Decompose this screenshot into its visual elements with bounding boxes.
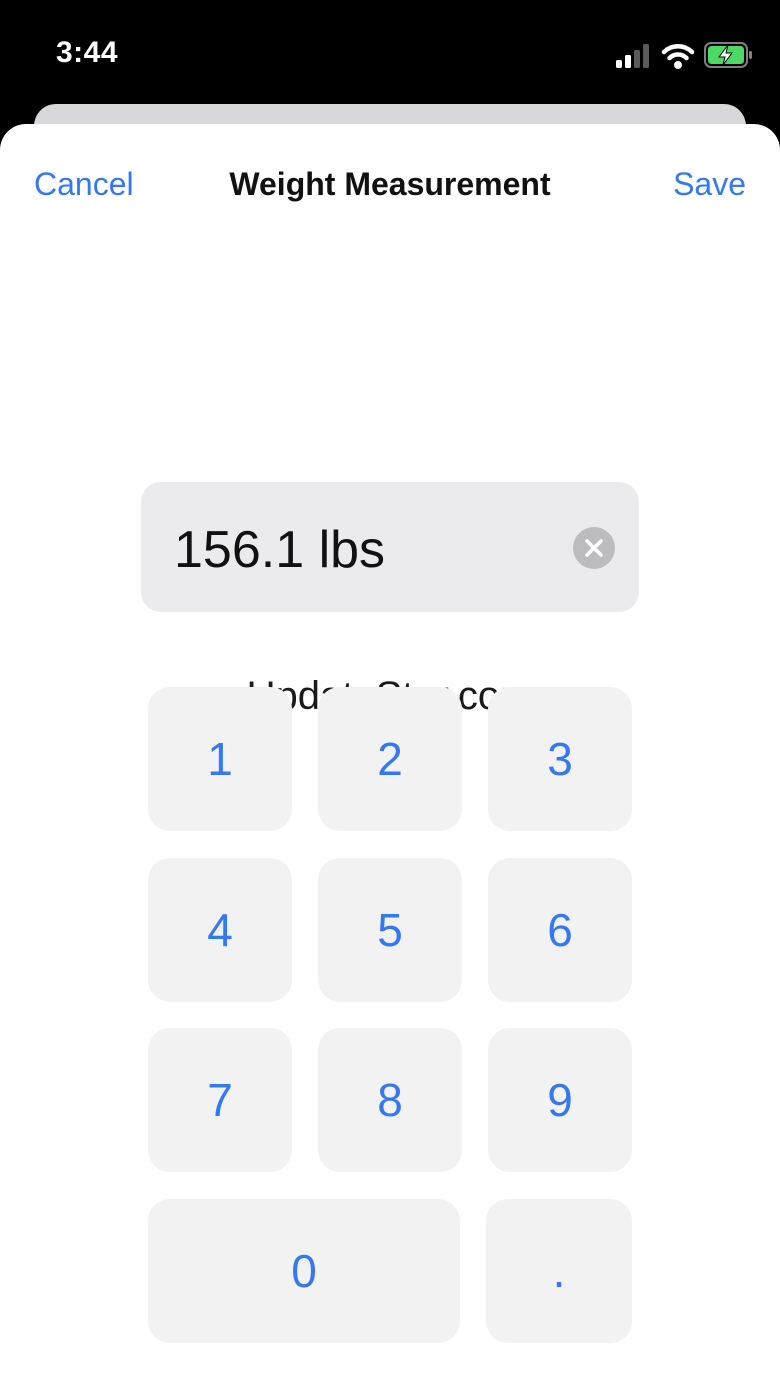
clear-icon[interactable]: [573, 527, 615, 569]
wifi-icon: [661, 44, 695, 69]
modal-sheet: Cancel Weight Measurement Save 156.1 lbs…: [0, 124, 780, 1387]
weight-value-field[interactable]: 156.1 lbs: [141, 482, 639, 612]
status-bar: 3:44: [0, 0, 780, 110]
key-7[interactable]: 7: [148, 1028, 292, 1172]
signal-icon: [616, 44, 649, 68]
key-3[interactable]: 3: [488, 687, 632, 831]
key-6[interactable]: 6: [488, 858, 632, 1002]
key-0[interactable]: 0: [148, 1199, 460, 1343]
key-5[interactable]: 5: [318, 858, 462, 1002]
save-button[interactable]: Save: [673, 166, 746, 203]
status-icons: [616, 42, 752, 69]
battery-charging-icon: [704, 42, 752, 68]
key-2[interactable]: 2: [318, 687, 462, 831]
key-8[interactable]: 8: [318, 1028, 462, 1172]
key-1[interactable]: 1: [148, 687, 292, 831]
cancel-button[interactable]: Cancel: [34, 166, 134, 203]
key-4[interactable]: 4: [148, 858, 292, 1002]
weight-value: 156.1 lbs: [174, 521, 386, 579]
key-decimal[interactable]: .: [486, 1199, 632, 1343]
key-9[interactable]: 9: [488, 1028, 632, 1172]
status-time: 3:44: [56, 36, 119, 69]
